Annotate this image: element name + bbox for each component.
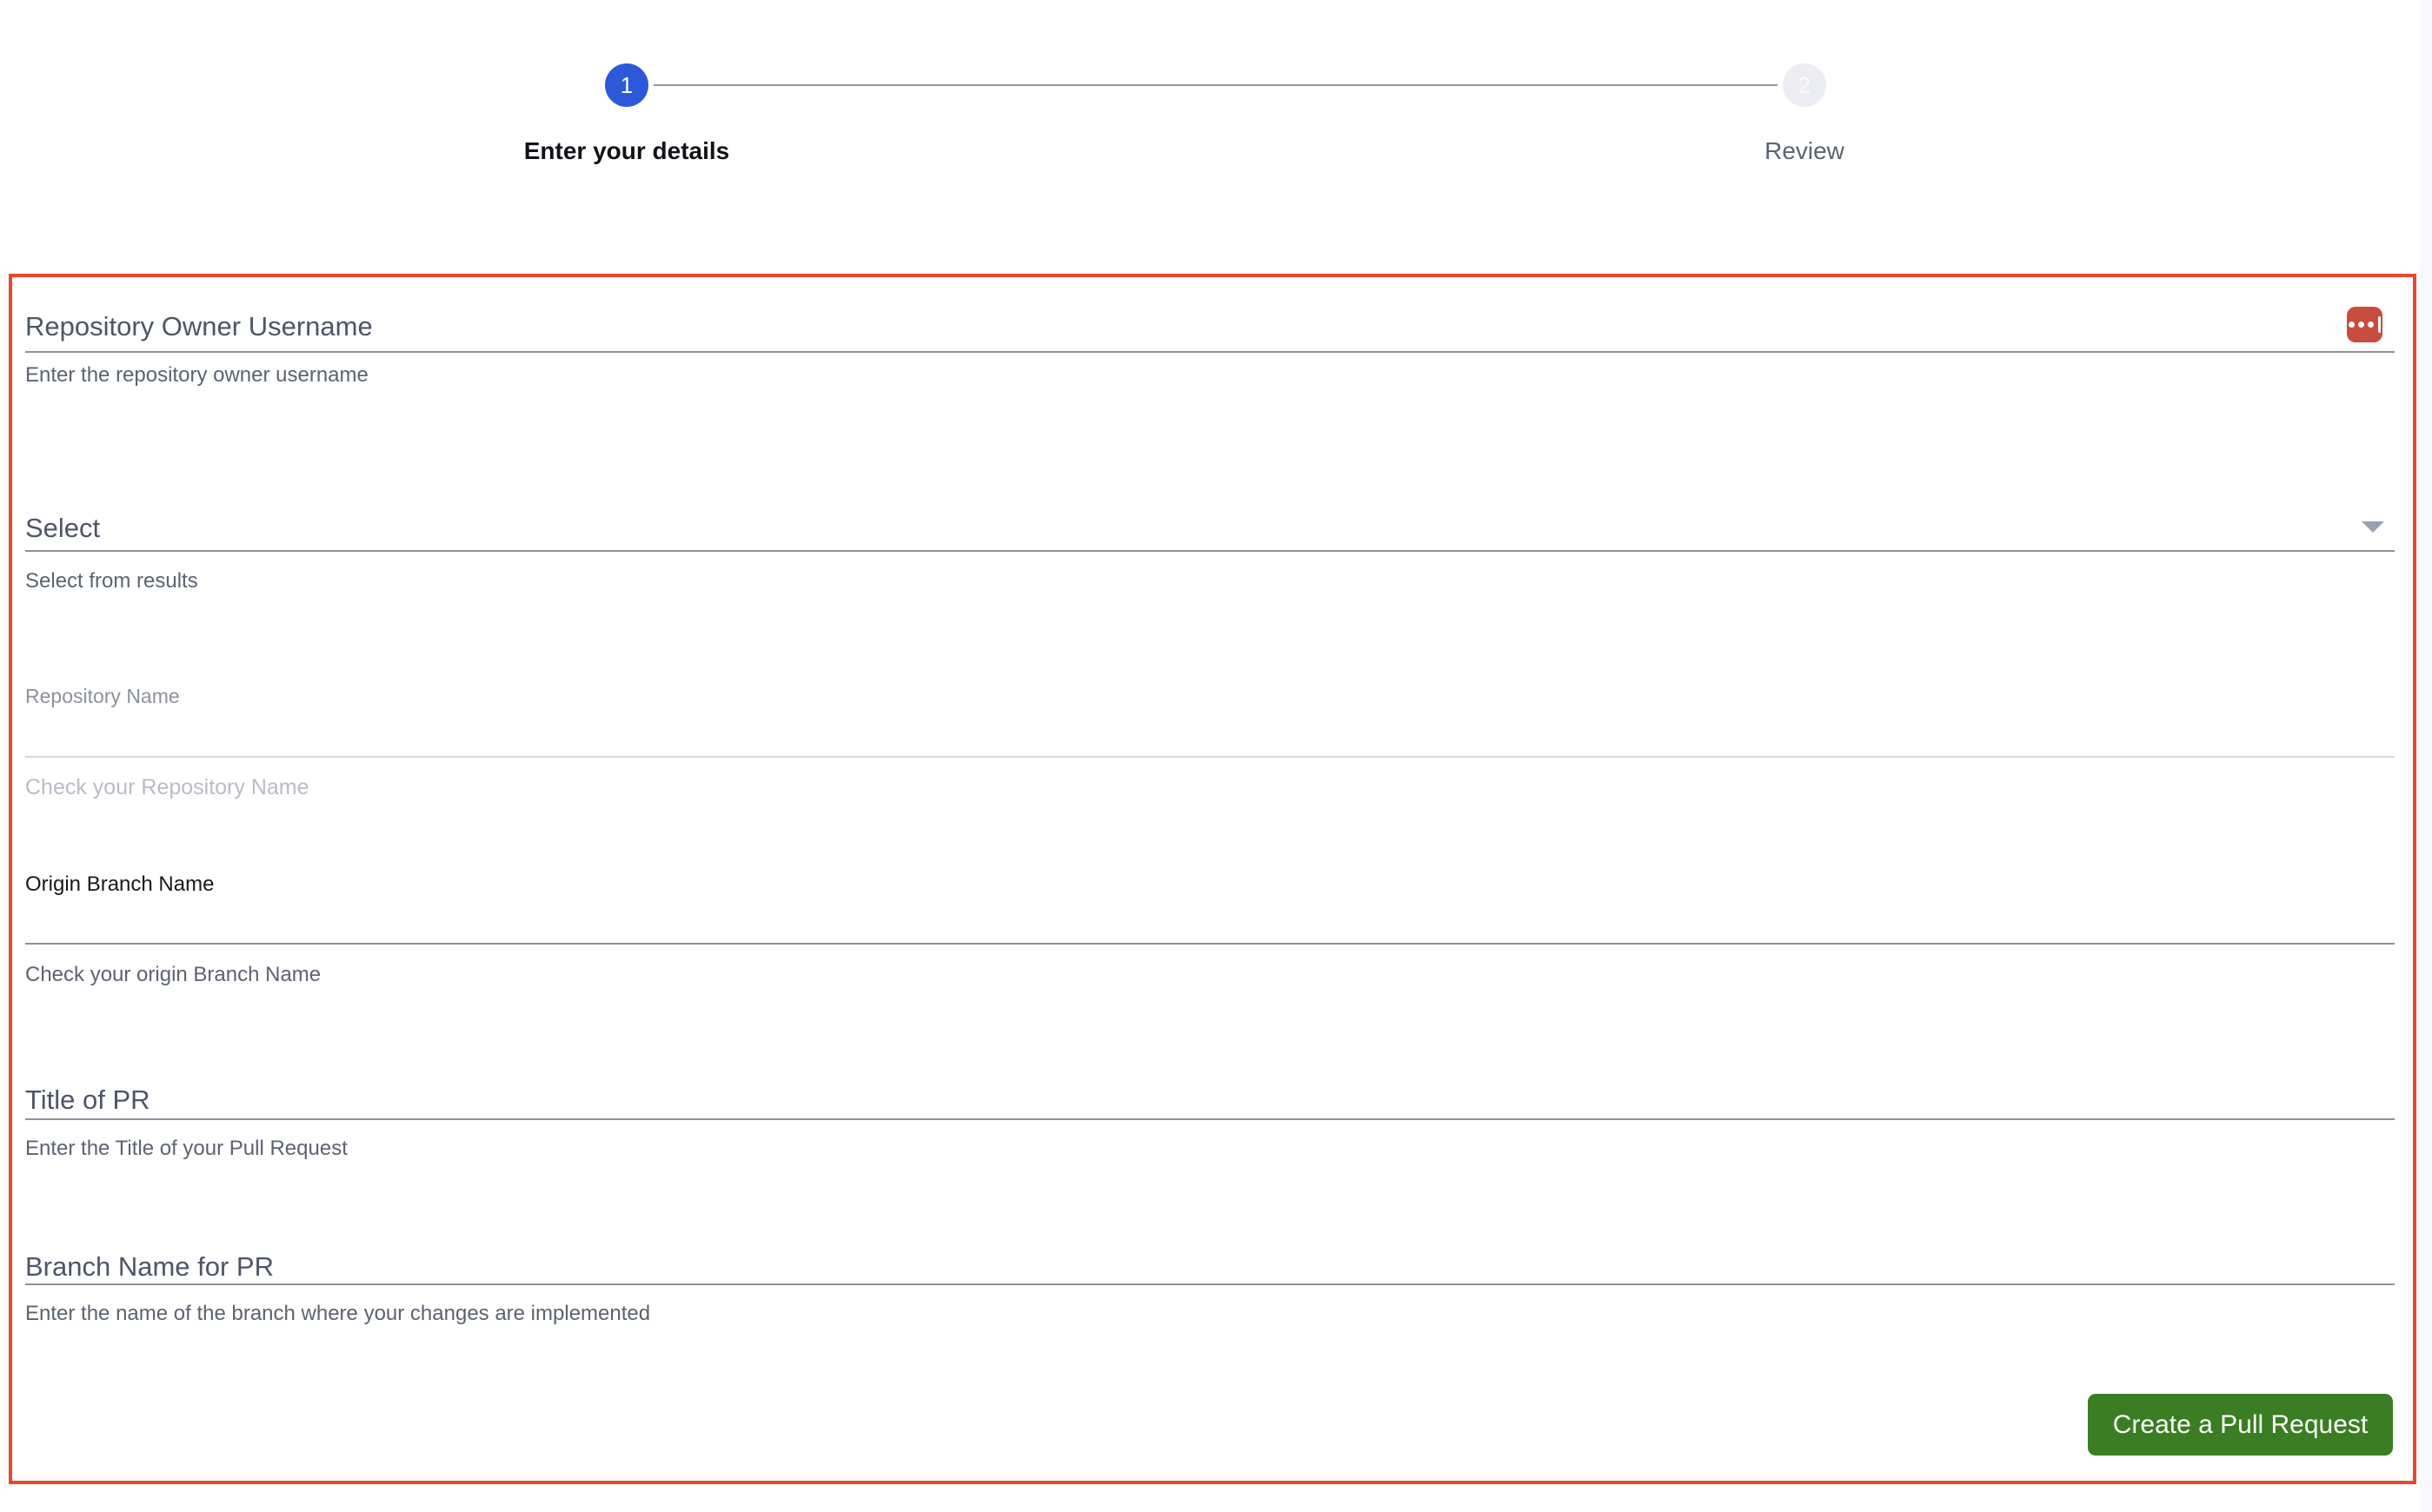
origin-branch-input[interactable] [25, 899, 2395, 941]
repository-name-input[interactable] [25, 712, 2395, 755]
origin-branch-underline [25, 943, 2395, 945]
pr-branch-helper: Enter the name of the branch where your … [25, 1302, 651, 1325]
password-manager-icon-bar [2378, 316, 2381, 333]
step-2-indicator[interactable]: 2 [1783, 63, 1826, 107]
stepper-connector-line [654, 84, 1777, 86]
step-1-label: Enter your details [523, 137, 730, 164]
step-2-label: Review [1764, 137, 1844, 164]
origin-branch-label: Origin Branch Name [25, 872, 215, 896]
select-underline [25, 550, 2395, 552]
select-helper: Select from results [25, 569, 198, 593]
chevron-down-icon[interactable] [2362, 521, 2384, 533]
create-pull-request-button[interactable]: Create a Pull Request [2088, 1394, 2393, 1456]
step-2-number: 2 [1797, 71, 1811, 98]
page: 1 2 Enter your details Review Repository… [0, 0, 2432, 1512]
pr-title-underline [25, 1118, 2395, 1120]
pr-title-helper: Enter the Title of your Pull Request [25, 1137, 348, 1160]
step-1-number: 1 [620, 71, 634, 98]
origin-branch-helper: Check your origin Branch Name [25, 963, 322, 986]
repository-name-helper: Check your Repository Name [25, 775, 309, 799]
repository-name-label: Repository Name [25, 685, 180, 707]
step-1-indicator[interactable]: 1 [605, 63, 648, 107]
pr-branch-underline [25, 1283, 2395, 1285]
pr-title-input[interactable]: Title of PR [25, 1084, 150, 1116]
password-manager-icon-dot [2368, 322, 2374, 328]
repository-owner-input[interactable]: Repository Owner Username [25, 311, 373, 342]
password-manager-icon-dot [2349, 322, 2355, 328]
scrollbar-track[interactable] [2420, 0, 2432, 1512]
pr-branch-input[interactable]: Branch Name for PR [25, 1251, 274, 1283]
repository-owner-underline [25, 351, 2395, 353]
pull-request-form: Repository Owner Username Enter the repo… [9, 274, 2416, 1484]
select-input[interactable]: Select [25, 513, 100, 544]
password-manager-icon[interactable] [2347, 307, 2382, 342]
repository-name-underline [25, 756, 2395, 758]
password-manager-icon-dot [2358, 322, 2364, 328]
repository-owner-helper: Enter the repository owner username [25, 363, 369, 387]
